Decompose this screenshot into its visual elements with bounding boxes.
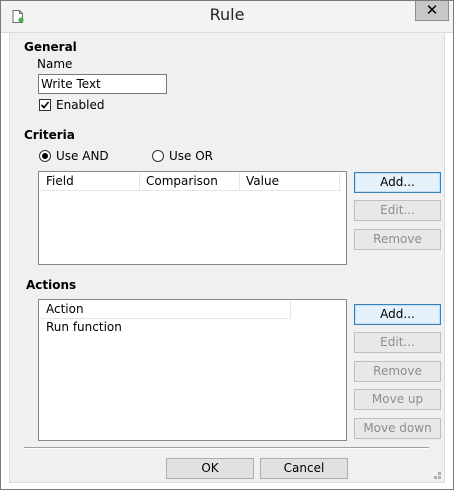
- actions-add-button[interactable]: Add...: [354, 304, 441, 325]
- enabled-label: Enabled: [56, 98, 105, 112]
- name-field[interactable]: Write Text: [38, 74, 167, 94]
- column-header-field[interactable]: Field: [40, 173, 140, 190]
- checkmark-icon: [40, 101, 50, 109]
- criteria-edit-button[interactable]: Edit...: [354, 200, 441, 221]
- footer-separator: [24, 447, 429, 449]
- criteria-list[interactable]: Field Comparison Value: [38, 171, 347, 265]
- actions-remove-button[interactable]: Remove: [354, 361, 441, 382]
- use-and-label: Use AND: [56, 149, 109, 163]
- column-header-comparison[interactable]: Comparison: [140, 173, 240, 190]
- title-bar: Rule ✕: [1, 1, 453, 33]
- move-up-button[interactable]: Move up: [354, 389, 441, 410]
- criteria-add-button[interactable]: Add...: [354, 172, 441, 193]
- criteria-remove-button[interactable]: Remove: [354, 229, 441, 250]
- cancel-button[interactable]: Cancel: [260, 458, 348, 479]
- name-label: Name: [37, 57, 73, 71]
- use-or-radio[interactable]: [152, 150, 164, 162]
- close-button[interactable]: ✕: [415, 1, 449, 21]
- actions-heading: Actions: [26, 278, 77, 292]
- window-title: Rule: [209, 5, 245, 24]
- rule-dialog: Rule ✕ General Name Write Text Enabled C…: [0, 0, 454, 490]
- actions-edit-button[interactable]: Edit...: [354, 332, 441, 353]
- use-or-label: Use OR: [169, 149, 214, 163]
- actions-list[interactable]: Action Run function: [38, 299, 347, 441]
- move-down-button[interactable]: Move down: [354, 418, 441, 439]
- close-icon: ✕: [425, 1, 439, 19]
- ok-button[interactable]: OK: [166, 458, 254, 479]
- radio-selected-dot: [42, 153, 48, 159]
- column-header-action[interactable]: Action: [40, 301, 291, 318]
- actions-list-header: Action: [40, 301, 291, 319]
- dialog-body: General Name Write Text Enabled Criteria…: [9, 32, 445, 483]
- general-heading: General: [24, 40, 77, 54]
- criteria-heading: Criteria: [24, 128, 75, 142]
- enabled-checkbox[interactable]: [39, 99, 51, 111]
- criteria-list-header: Field Comparison Value: [40, 173, 341, 191]
- use-and-radio[interactable]: [39, 150, 51, 162]
- column-header-value[interactable]: Value: [240, 173, 340, 190]
- list-item[interactable]: Run function: [46, 320, 122, 334]
